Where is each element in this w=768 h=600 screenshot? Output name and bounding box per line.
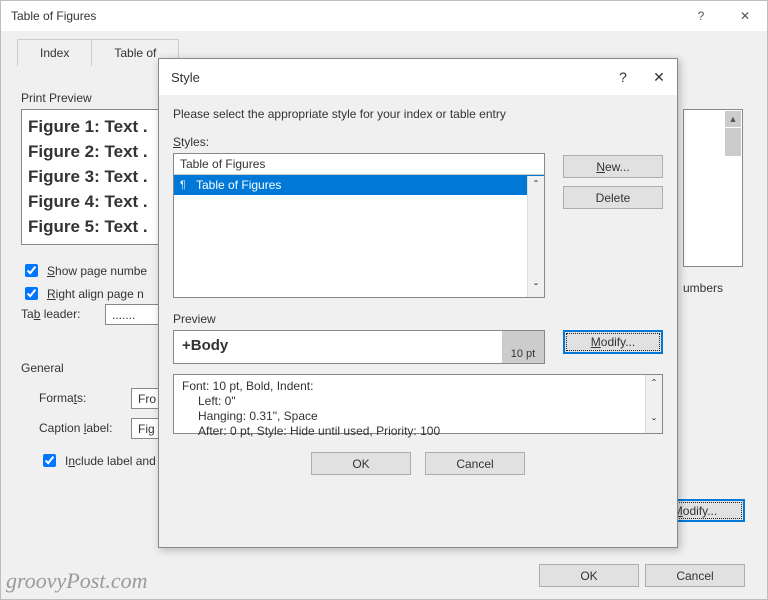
caption-label-select[interactable]: Fig <box>131 418 161 439</box>
formats-label: Formats: <box>39 391 86 405</box>
scroll-up-icon[interactable]: ▲ <box>725 111 741 127</box>
print-preview-box: Figure 1: Text . Figure 2: Text . Figure… <box>21 109 161 245</box>
style-modify-button[interactable]: Modify... <box>563 330 663 354</box>
show-page-numbers-input[interactable] <box>25 264 38 277</box>
right-align-input[interactable] <box>25 287 38 300</box>
preview-row: Figure 5: Text . <box>28 214 154 239</box>
styles-label: Styles: <box>173 135 209 149</box>
style-titlebar: Style ? ✕ <box>159 59 677 95</box>
tab-leader-select[interactable]: ....... <box>105 304 161 325</box>
right-align-checkbox[interactable]: Right align page n <box>21 284 144 303</box>
include-label-input[interactable] <box>43 454 56 467</box>
show-page-numbers-checkbox[interactable]: Show page numbe <box>21 261 147 280</box>
numbers-fragment: umbers <box>683 281 723 295</box>
scroll-down-icon[interactable]: ˇ <box>534 281 538 295</box>
outer-titlebar: Table of Figures ? ✕ <box>1 1 767 31</box>
outer-cancel-button[interactable]: Cancel <box>645 564 745 587</box>
preview-size: 10 pt <box>502 331 544 363</box>
paragraph-icon: ¶ <box>180 179 192 191</box>
delete-style-button[interactable]: Delete <box>563 186 663 209</box>
style-dialog: Style ? ✕ Please select the appropriate … <box>158 58 678 548</box>
style-cancel-button[interactable]: Cancel <box>425 452 525 475</box>
preview-box: +Body 10 pt <box>173 330 545 364</box>
style-close-icon[interactable]: ✕ <box>641 59 677 95</box>
watermark: groovyPost.com <box>6 568 148 594</box>
desc-scrollbar[interactable]: ˆˇ <box>645 375 662 433</box>
caption-label-label: Caption label: <box>39 421 112 435</box>
styles-value: Table of Figures <box>174 154 544 175</box>
scroll-up-icon[interactable]: ˆ <box>534 178 538 192</box>
preview-row: Figure 4: Text . <box>28 189 154 214</box>
styles-list-item-selected[interactable]: ¶ Table of Figures <box>174 175 544 195</box>
scroll-thumb[interactable] <box>725 128 741 156</box>
style-description: Font: 10 pt, Bold, Indent: Left: 0" Hang… <box>173 374 663 434</box>
general-label: General <box>21 361 64 375</box>
web-preview-box: ▲ <box>683 109 743 267</box>
help-icon[interactable]: ? <box>679 1 723 31</box>
style-body: Please select the appropriate style for … <box>159 95 677 475</box>
preview-label: Preview <box>173 312 216 326</box>
preview-row: Figure 2: Text . <box>28 139 154 164</box>
close-icon[interactable]: ✕ <box>723 1 767 31</box>
tab-index[interactable]: Index <box>17 39 92 66</box>
scroll-up-icon[interactable]: ˆ <box>652 377 656 392</box>
outer-ok-button[interactable]: OK <box>539 564 639 587</box>
style-title: Style <box>171 70 605 85</box>
formats-select[interactable]: Fro <box>131 388 161 409</box>
preview-font: +Body <box>174 331 502 363</box>
preview-row: Figure 1: Text . <box>28 114 154 139</box>
style-help-icon[interactable]: ? <box>605 59 641 95</box>
styles-listbox[interactable]: Table of Figures ¶ Table of Figures ˆˇ <box>173 153 545 298</box>
new-style-button[interactable]: New... <box>563 155 663 178</box>
style-ok-button[interactable]: OK <box>311 452 411 475</box>
include-label-checkbox[interactable]: Include label and <box>39 451 156 470</box>
outer-title: Table of Figures <box>11 9 679 23</box>
style-instruction: Please select the appropriate style for … <box>173 107 663 121</box>
tab-leader-label: Tab leader: <box>21 307 80 321</box>
print-preview-label: Print Preview <box>21 91 92 105</box>
scroll-down-icon[interactable]: ˇ <box>652 416 656 431</box>
styles-scrollbar[interactable]: ˆˇ <box>527 176 544 297</box>
preview-row: Figure 3: Text . <box>28 164 154 189</box>
